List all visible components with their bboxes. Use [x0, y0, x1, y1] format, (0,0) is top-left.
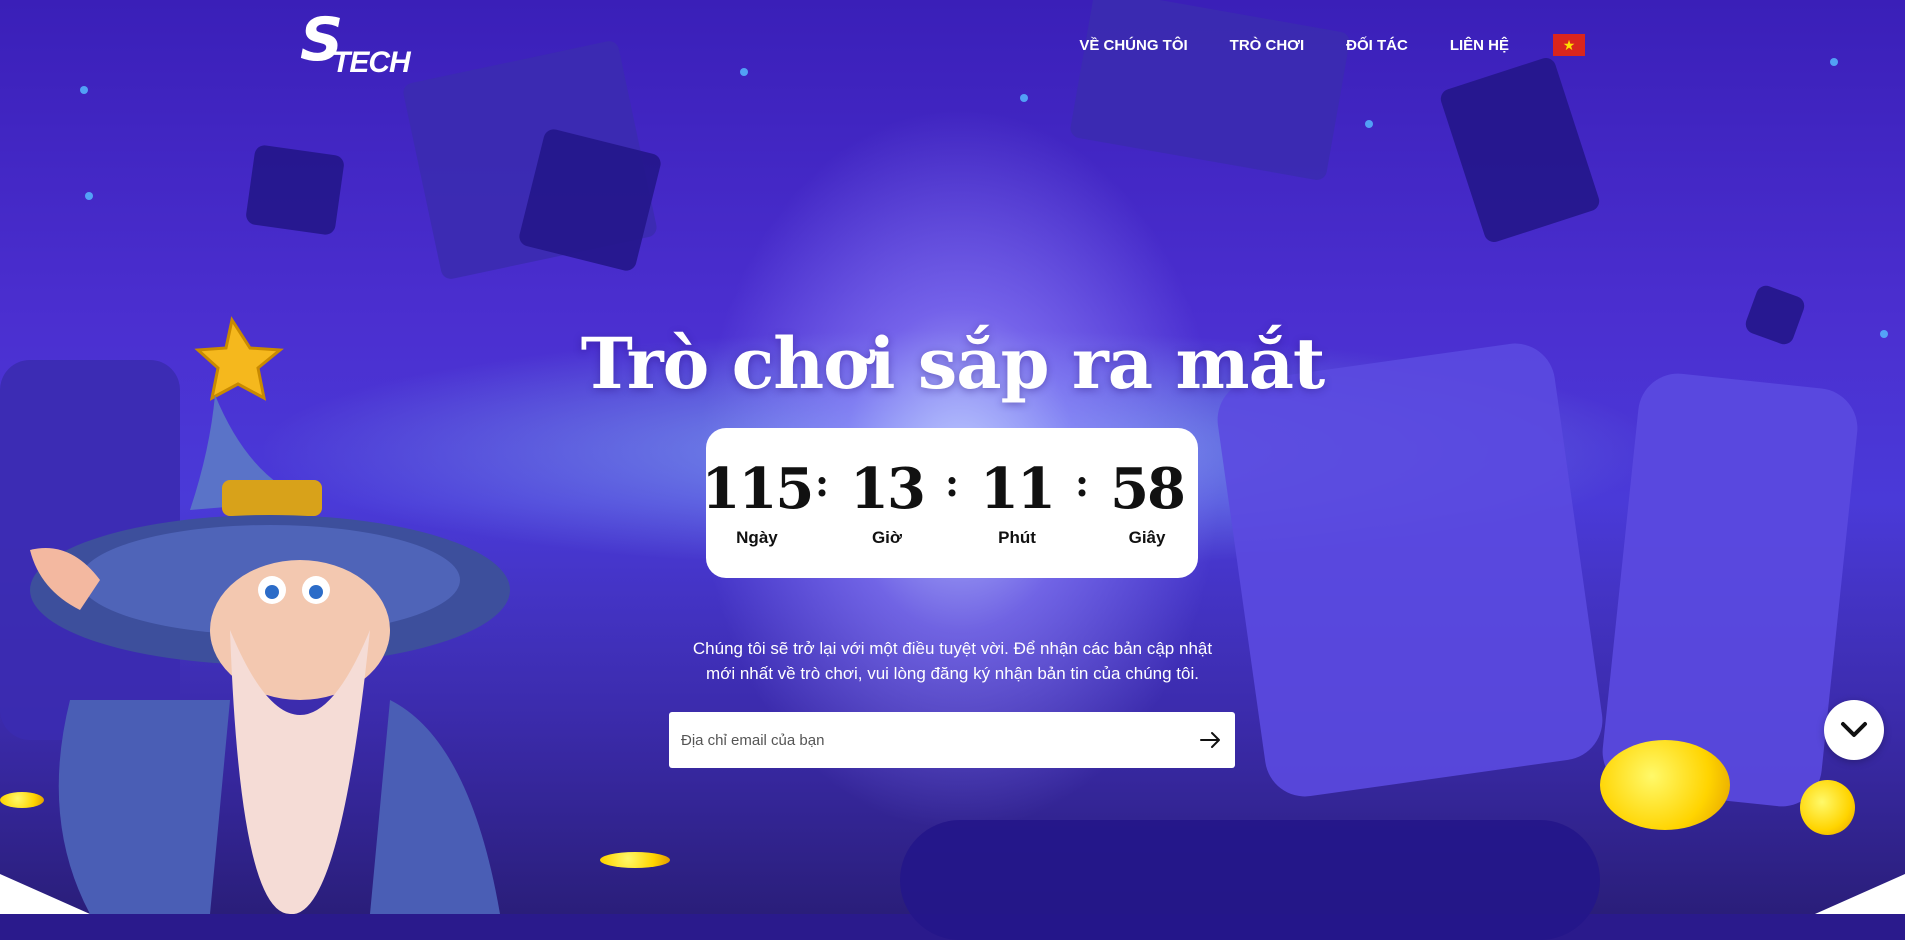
sparkle-dot [1830, 58, 1838, 66]
days-value: 115 [701, 456, 815, 522]
crystal-pillar [1212, 338, 1608, 802]
ground-shape [900, 820, 1600, 940]
minutes-label: Phút [998, 528, 1036, 547]
description-line: Chúng tôi sẽ trở lại với một điều tuyệt … [692, 639, 1213, 658]
newsletter-description: Chúng tôi sẽ trở lại với một điều tuyệt … [0, 636, 1905, 686]
glowing-puddle [600, 852, 670, 868]
sparkle-dot [80, 86, 88, 94]
nav-item-contact[interactable]: LIÊN HỆ [1450, 37, 1509, 54]
scroll-down-button[interactable] [1824, 700, 1884, 760]
days-label: Ngày [736, 528, 778, 547]
logo-text: TECH [332, 46, 411, 79]
sparkle-dot [740, 68, 748, 76]
nav-item-games[interactable]: TRÒ CHƠI [1230, 37, 1304, 54]
description-line: mới nhất về trò chơi, vui lòng đăng ký n… [706, 664, 1199, 683]
sparkle-dot [85, 192, 93, 200]
countdown-card: 115 Ngày : 13 Giờ : 11 Phút : 58 Giây [702, 428, 1198, 578]
countdown-days: 115 Ngày [702, 458, 815, 548]
email-input[interactable] [669, 712, 1187, 768]
vietnam-flag-icon[interactable]: ★ [1553, 34, 1585, 56]
chevron-down-icon [1841, 722, 1867, 737]
seconds-value: 58 [1110, 456, 1186, 522]
hours-value: 13 [850, 456, 926, 522]
seconds-label: Giây [1128, 528, 1166, 547]
brand-logo[interactable]: S TECH [300, 10, 415, 79]
countdown-separator: : [814, 459, 829, 505]
hours-label: Giờ [871, 528, 902, 547]
countdown-minutes: 11 Phút [969, 458, 1065, 548]
submit-button[interactable] [1187, 712, 1235, 768]
countdown-seconds: 58 Giây [1099, 458, 1195, 548]
newsletter-form [669, 712, 1235, 768]
nav-item-partners[interactable]: ĐỐI TÁC [1346, 37, 1408, 54]
glowing-mushroom [1800, 780, 1855, 835]
floating-rock [244, 144, 346, 236]
main-nav: VỀ CHÚNG TÔI TRÒ CHƠI ĐỐI TÁC LIÊN HỆ ★ [1079, 34, 1585, 56]
nav-item-about[interactable]: VỀ CHÚNG TÔI [1079, 37, 1187, 54]
countdown-separator: : [944, 459, 960, 505]
bottom-curve-right [1815, 874, 1905, 914]
floating-rock [1438, 55, 1602, 245]
countdown-hours: 13 Giờ [839, 458, 935, 548]
sparkle-dot [1365, 120, 1373, 128]
floating-rock [1068, 0, 1352, 182]
minutes-value: 11 [980, 456, 1056, 522]
flag-star-icon: ★ [1562, 37, 1576, 53]
sparkle-dot [1020, 94, 1028, 102]
glowing-mushroom [1600, 740, 1730, 830]
countdown-separator: : [1075, 459, 1090, 505]
page-title: Trò chơi sắp ra mắt [580, 322, 1326, 405]
arrow-right-icon [1200, 732, 1220, 748]
bottom-curve-left [0, 874, 90, 914]
